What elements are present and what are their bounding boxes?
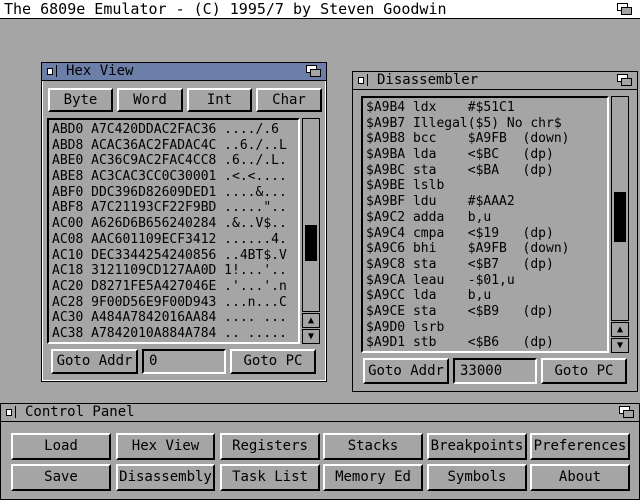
disasm-line: $A9BC sta <$BA (dp) (366, 162, 554, 178)
disasm-line: $A9CE sta <$B9 (dp) (366, 303, 554, 319)
hex-view-titlebar[interactable]: Hex View (42, 63, 326, 81)
goto-pc-button[interactable]: Goto PC (230, 349, 316, 374)
disasm-line: $A9B4 ldx #$51C1 (366, 100, 515, 115)
breakpoints-button[interactable]: Breakpoints (427, 433, 527, 460)
disassembly-scroll-knob[interactable] (614, 192, 626, 242)
stacks-button[interactable]: Stacks (323, 433, 423, 460)
about-button[interactable]: About (530, 464, 630, 491)
char-mode-button[interactable]: Char (256, 88, 322, 112)
disasm-line: $A9CC lda b,u (366, 288, 492, 304)
disassembly-address-input[interactable] (460, 360, 535, 382)
hex-line: ABF0 DDC396D82609DED1 ....&... (52, 184, 287, 200)
disasm-line: $A9D0 lsrb (366, 319, 445, 335)
task-list-button[interactable]: Task List (220, 464, 320, 491)
disasm-line: $A9BE lslb (366, 178, 445, 194)
hex-address-field[interactable] (142, 349, 226, 374)
disassembler-title: Disassembler (377, 72, 479, 88)
depth-gadget-icon[interactable] (616, 73, 634, 88)
disassembler-window: Disassembler $A9B4 ldx #$51C1 $A9B7 Ille… (352, 71, 638, 392)
disasm-line: $A9B7 Illegal($5) No chr$ (366, 115, 562, 131)
disassembly-list[interactable]: $A9B4 ldx #$51C1 $A9B7 Illegal($5) No ch… (361, 96, 609, 353)
scroll-up-arrow-icon[interactable]: ▲ (611, 322, 629, 337)
disasm-line: $A9D1 stb <$B6 (dp) (366, 335, 554, 351)
disasm-line: $A9C8 sta <$B7 (dp) (366, 256, 554, 272)
close-gadget-icon[interactable] (356, 74, 368, 86)
hex-view-title: Hex View (66, 63, 134, 79)
hex-line: AC38 A7842010A884A784 .. ..... (52, 325, 287, 341)
screen-depth-icon[interactable] (616, 2, 634, 17)
hex-line: AC08 AAC601109ECF3412 ......4. (52, 231, 287, 247)
hex-scrollbar[interactable] (302, 118, 320, 312)
hex-line: AC28 9F00D56E9F00D943 ...n...C (52, 294, 287, 310)
hex-view-window: Hex View Byte Word Int Char ABD0 A7C420D… (41, 62, 327, 382)
close-gadget-icon[interactable] (45, 65, 57, 77)
depth-gadget-icon[interactable] (618, 405, 636, 420)
scroll-down-arrow-icon[interactable]: ▼ (611, 338, 629, 353)
preferences-button[interactable]: Preferences (530, 433, 630, 460)
depth-gadget-icon[interactable] (305, 64, 323, 79)
memory-ed-button[interactable]: Memory Ed (323, 464, 423, 491)
byte-mode-button[interactable]: Byte (48, 88, 113, 112)
registers-button[interactable]: Registers (220, 433, 320, 460)
disasm-line: $A9BA lda <$BC (dp) (366, 147, 554, 163)
hex-line: AC10 DEC3344254240856 ..4BT$.V (52, 247, 287, 263)
control-panel-window: Control Panel Load Hex View Registers St… (0, 403, 640, 500)
load-button[interactable]: Load (11, 433, 111, 460)
screen-title: The 6809e Emulator - (C) 1995/7 by Steve… (4, 0, 447, 18)
hex-line: AC20 D8271FE5A427046E .'...'.n (52, 278, 287, 294)
scroll-up-arrow-icon[interactable]: ▲ (302, 313, 320, 328)
goto-addr-button[interactable]: Goto Addr (51, 349, 138, 374)
scroll-down-arrow-icon[interactable]: ▼ (302, 329, 320, 344)
disasm-line: $A9B8 bcc $A9FB (down) (366, 131, 570, 147)
screen-title-bar: The 6809e Emulator - (C) 1995/7 by Steve… (0, 0, 640, 19)
word-mode-button[interactable]: Word (117, 88, 183, 112)
hex-line: AC18 3121109CD127AA0D 1!...'.. (52, 263, 287, 279)
hex-line: ABE0 AC36C9AC2FAC4CC8 .6../.L. (52, 153, 287, 169)
symbols-button[interactable]: Symbols (427, 464, 527, 491)
disasm-line: $A9CA leau -$01,u (366, 272, 515, 288)
hex-line: AC30 A484A7842016AA84 .... ... (52, 310, 287, 326)
disasm-line: $A9C2 adda b,u (366, 209, 492, 225)
close-gadget-icon[interactable] (4, 406, 16, 418)
save-button[interactable]: Save (11, 464, 111, 491)
goto-addr-button[interactable]: Goto Addr (363, 358, 449, 384)
hex-line: AC00 A626D6B656240284 .&..V$.. (52, 216, 287, 232)
int-mode-button[interactable]: Int (187, 88, 252, 112)
hex-line: ABF8 A7C21193CF22F9BD .....".. (52, 200, 287, 216)
hex-address-input[interactable] (149, 351, 224, 372)
control-panel-title: Control Panel (25, 404, 135, 420)
hex-scroll-knob[interactable] (305, 225, 317, 261)
hex-line: ABD8 ACAC36AC2FADAC4C ..6./..L (52, 137, 287, 153)
hex-dump-list[interactable]: ABD0 A7C420DDAC2FAC36 ..../.6 ABD8 ACAC3… (47, 118, 300, 344)
goto-pc-button[interactable]: Goto PC (541, 358, 627, 384)
disassembly-address-field[interactable] (453, 358, 537, 384)
control-panel-titlebar[interactable]: Control Panel (1, 404, 639, 422)
disasm-line: $A9C6 bhi $A9FB (down) (366, 241, 570, 257)
hex-view-button[interactable]: Hex View (116, 433, 215, 460)
disasm-line: $A9BF ldu #$AAA2 (366, 194, 515, 210)
disassembly-scrollbar[interactable] (611, 96, 629, 321)
hex-line: ABD0 A7C420DDAC2FAC36 ..../.6 (52, 122, 279, 137)
disassembly-button[interactable]: Disassembly (116, 464, 215, 491)
disasm-line: $A9C4 cmpa <$19 (dp) (366, 225, 554, 241)
disassembler-titlebar[interactable]: Disassembler (353, 72, 637, 90)
hex-line: ABE8 AC3CAC3CC0C30001 .<.<.... (52, 169, 287, 185)
